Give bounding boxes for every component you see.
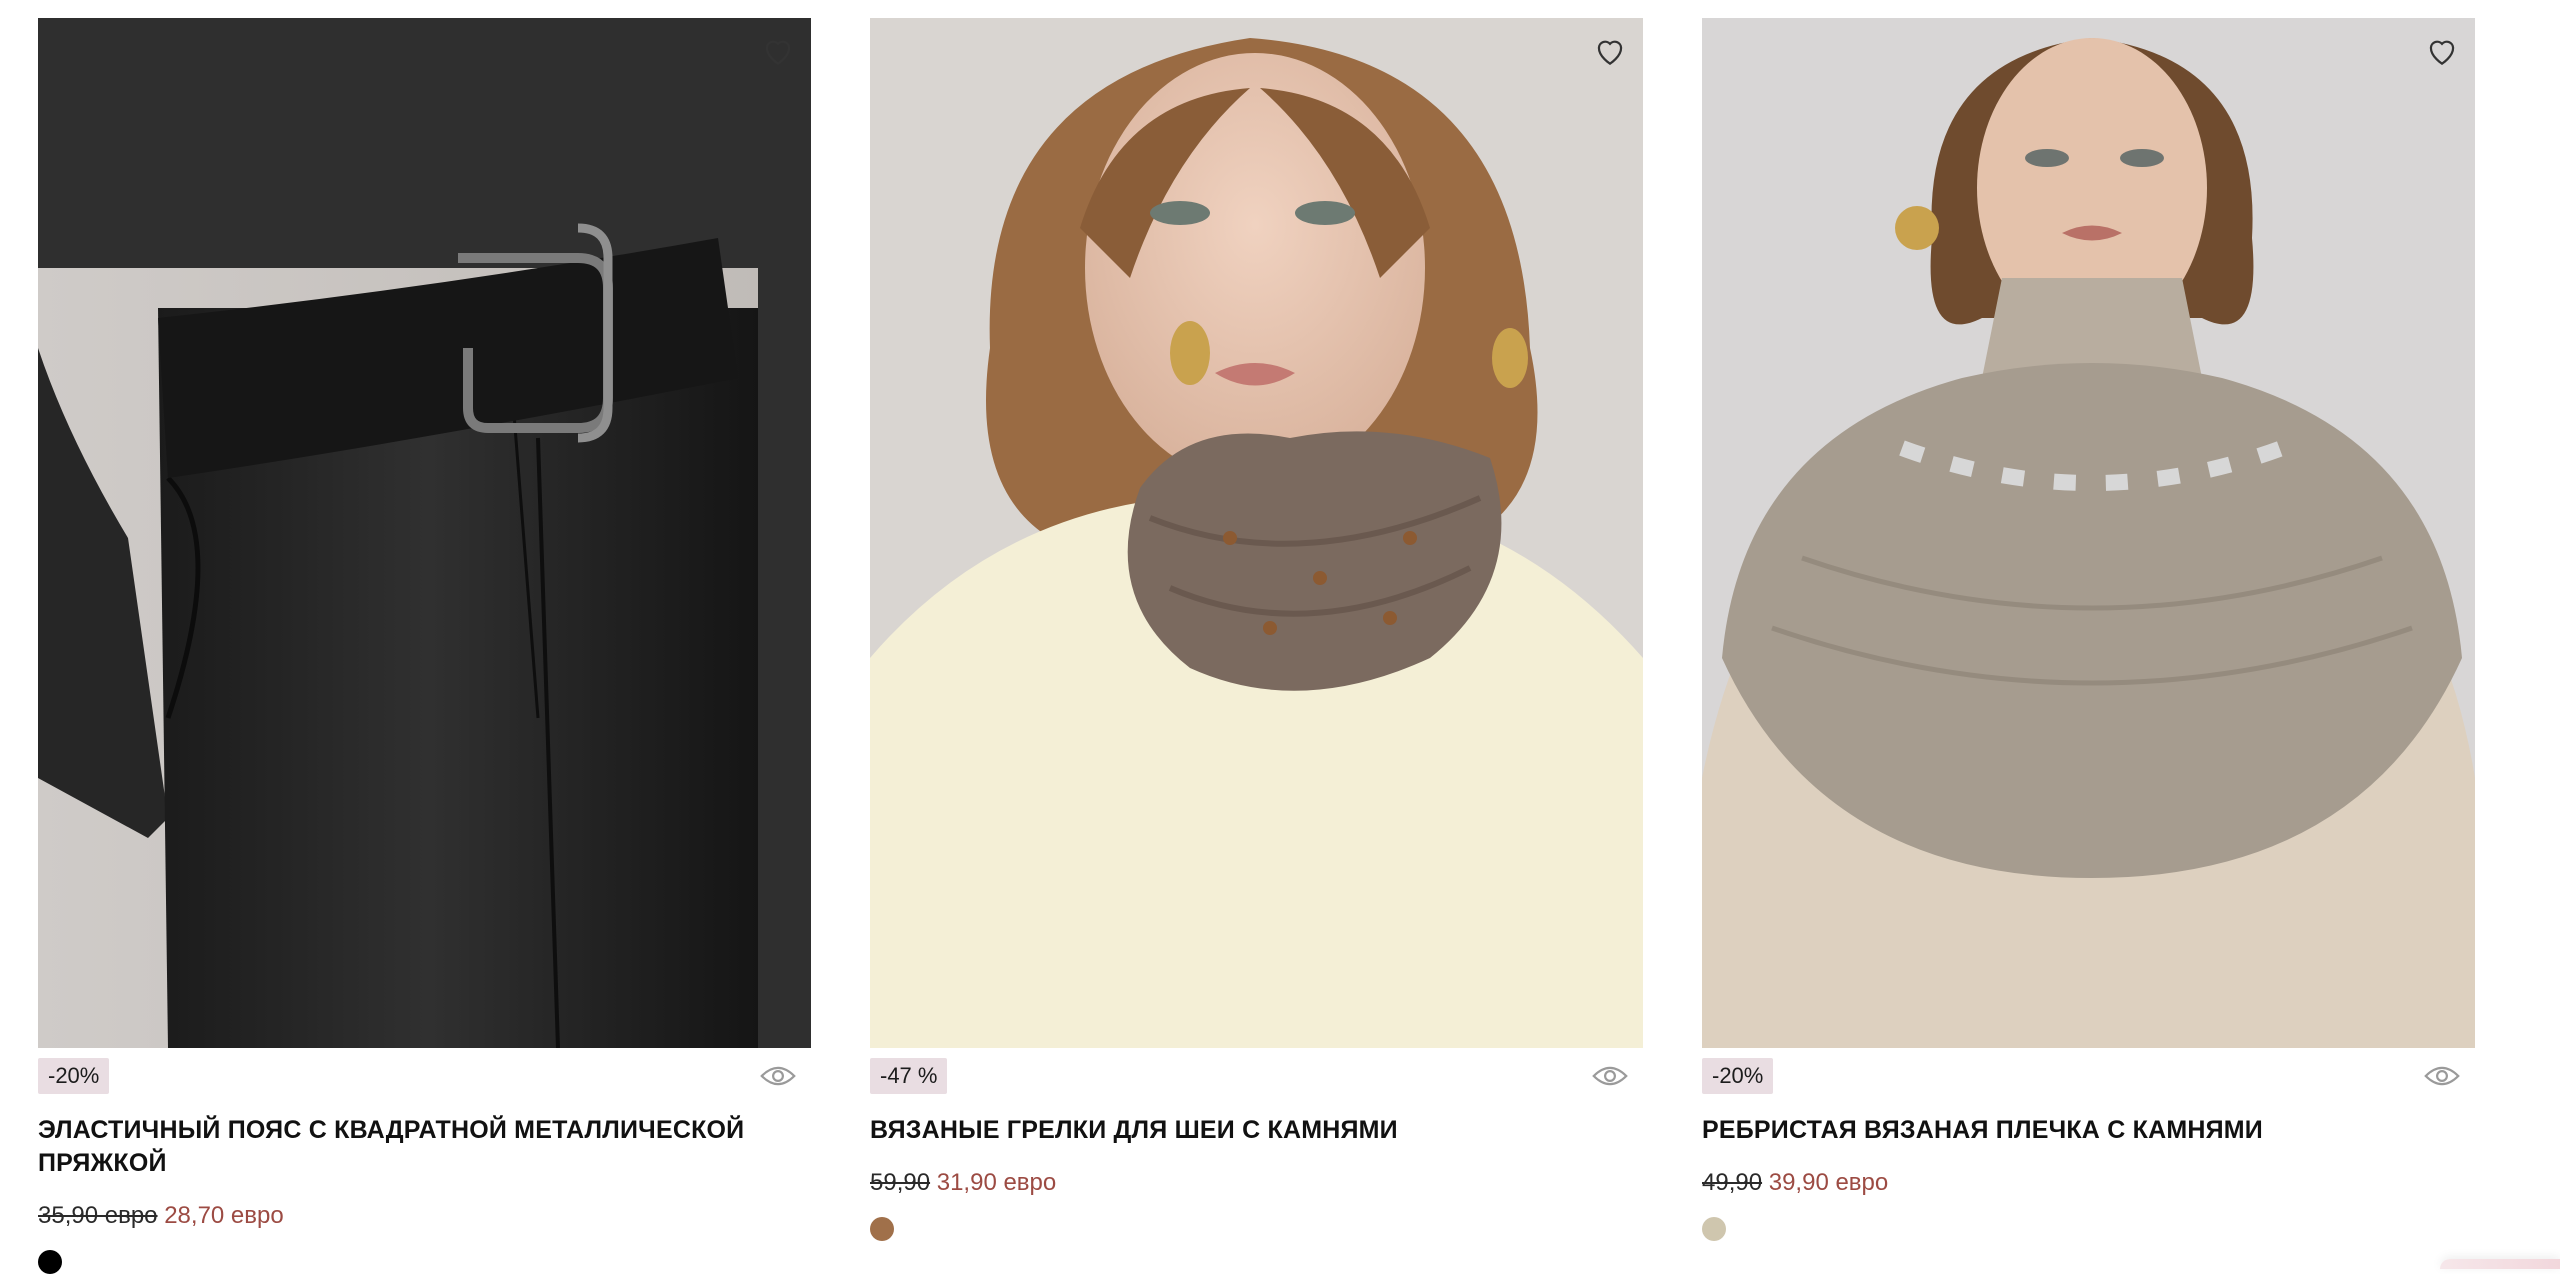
eye-icon[interactable] [2423,1062,2461,1090]
eye-icon[interactable] [759,1062,797,1090]
product-price: 49,90 39,90 евро [1702,1169,2475,1197]
old-price: 35,90 евро [38,1202,158,1229]
product-image[interactable] [870,18,1643,1048]
color-swatch[interactable] [1702,1217,1726,1241]
product-price: 35,90 евро 28,70 евро [38,1202,811,1230]
eye-icon[interactable] [1591,1062,1629,1090]
product-photo-knit-cape [1702,18,2475,1048]
product-image[interactable] [1702,18,2475,1048]
sale-price: 31,90 евро [936,1169,1057,1196]
chat-widget[interactable] [2440,1259,2560,1269]
favorite-button[interactable] [757,30,799,72]
product-card[interactable]: -47 % ВЯЗАНЫЕ ГРЕЛКИ ДЛЯ ШЕИ С КАМНЯМИ 5… [870,18,1643,1241]
favorite-button[interactable] [1589,30,1631,72]
product-photo-belt [38,18,811,1048]
product-photo-neck-warmer [870,18,1643,1048]
color-swatch[interactable] [870,1217,894,1241]
discount-badge: -20% [1702,1058,1774,1094]
old-price: 59,90 [870,1169,931,1196]
sale-price: 28,70 евро [164,1202,284,1229]
product-card[interactable]: -20% ЭЛАСТИЧНЫЙ ПОЯС С КВАДРАТНОЙ МЕТАЛЛ… [38,18,811,1274]
discount-badge: -20% [38,1058,110,1094]
sale-price: 39,90 евро [1768,1169,1889,1196]
product-image[interactable] [38,18,811,1048]
old-price: 49,90 [1702,1169,1763,1196]
product-title[interactable]: ЭЛАСТИЧНЫЙ ПОЯС С КВАДРАТНОЙ МЕТАЛЛИЧЕСК… [38,1114,758,1180]
product-card[interactable]: -20% РЕБРИСТАЯ ВЯЗАНАЯ ПЛЕЧКА С КАМНЯМИ … [1702,18,2475,1241]
product-title[interactable]: ВЯЗАНЫЕ ГРЕЛКИ ДЛЯ ШЕИ С КАМНЯМИ [870,1114,1590,1147]
product-title[interactable]: РЕБРИСТАЯ ВЯЗАНАЯ ПЛЕЧКА С КАМНЯМИ [1702,1114,2422,1147]
product-price: 59,90 31,90 евро [870,1169,1643,1197]
heart-icon [765,40,791,65]
heart-icon [1597,40,1623,65]
discount-badge: -47 % [870,1058,948,1094]
color-swatch[interactable] [38,1250,62,1274]
favorite-button[interactable] [2421,30,2463,72]
heart-icon [2429,40,2455,65]
